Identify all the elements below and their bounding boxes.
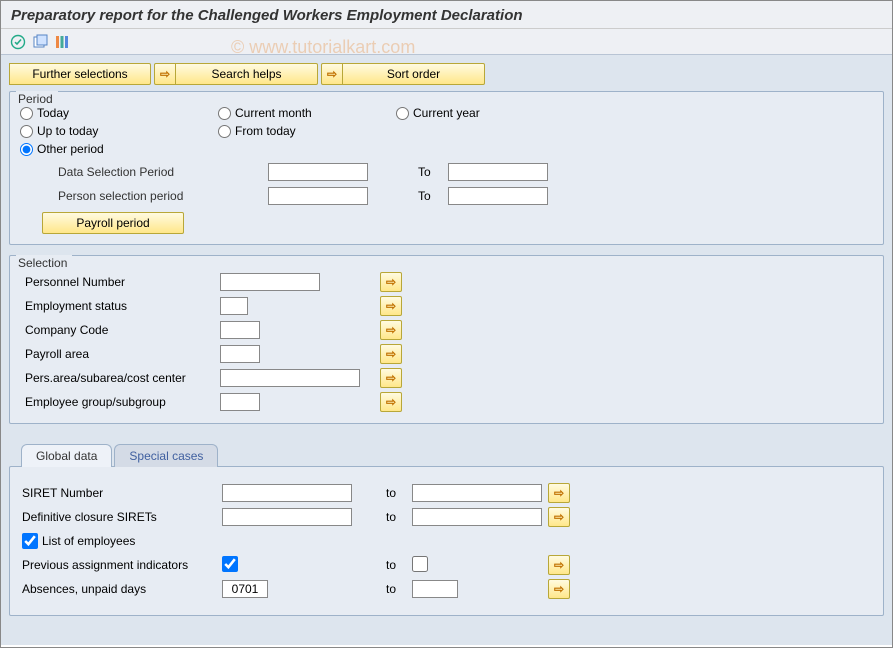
variants-icon[interactable] — [31, 33, 49, 51]
employee-group-label: Employee group/subgroup — [20, 394, 220, 410]
selection-group-title: Selection — [16, 255, 72, 270]
prev-assignment-to-input[interactable] — [412, 556, 428, 572]
payroll-area-multselect-button[interactable] — [380, 344, 402, 364]
period-group: Period Today Current month Current year … — [9, 91, 884, 245]
prev-assignment-multselect-button[interactable] — [548, 555, 570, 575]
radio-current-month[interactable]: Current month — [218, 106, 388, 120]
tab-special-cases[interactable]: Special cases — [114, 444, 218, 467]
pers-area-input[interactable] — [220, 369, 360, 387]
definitive-closure-from-input[interactable] — [222, 508, 352, 526]
siret-number-label: SIRET Number — [22, 486, 222, 500]
absences-multselect-button[interactable] — [548, 579, 570, 599]
employee-group-multselect-button[interactable] — [380, 392, 402, 412]
company-code-label: Company Code — [20, 322, 220, 338]
absences-to-input[interactable] — [412, 580, 458, 598]
person-selection-label: Person selection period — [58, 189, 268, 203]
execute-icon[interactable] — [9, 33, 27, 51]
tab-panel-global-data: SIRET Number to Definitive closure SIRET… — [9, 466, 884, 616]
absences-from-input[interactable] — [222, 580, 268, 598]
siret-number-from-input[interactable] — [222, 484, 352, 502]
definitive-closure-label: Definitive closure SIRETs — [22, 510, 222, 524]
prev-assignment-label: Previous assignment indicators — [22, 558, 222, 572]
person-selection-to-label: To — [418, 189, 448, 203]
payroll-area-label: Payroll area — [20, 346, 220, 362]
tab-global-data[interactable]: Global data — [21, 444, 112, 467]
app-toolbar — [1, 29, 892, 55]
siret-number-multselect-button[interactable] — [548, 483, 570, 503]
radio-from-today-label: From today — [235, 124, 296, 138]
radio-today[interactable]: Today — [20, 106, 210, 120]
list-employees-checkbox[interactable]: List of employees — [22, 533, 135, 549]
absences-label: Absences, unpaid days — [22, 582, 222, 596]
employment-status-label: Employment status — [20, 298, 220, 314]
data-selection-to-label: To — [418, 165, 448, 179]
siret-to-label: to — [372, 486, 412, 500]
personnel-number-input[interactable] — [220, 273, 320, 291]
sort-order-button[interactable]: Sort order — [343, 63, 485, 85]
prev-assignment-to-label: to — [372, 558, 412, 572]
person-selection-to-input[interactable] — [448, 187, 548, 205]
employee-group-input[interactable] — [220, 393, 260, 411]
data-selection-label: Data Selection Period — [58, 165, 268, 179]
personnel-number-label: Personnel Number — [20, 274, 220, 290]
payroll-area-input[interactable] — [220, 345, 260, 363]
definitive-closure-multselect-button[interactable] — [548, 507, 570, 527]
period-group-title: Period — [16, 91, 58, 106]
person-selection-from-input[interactable] — [268, 187, 368, 205]
search-helps-button[interactable]: Search helps — [176, 63, 318, 85]
radio-current-year[interactable]: Current year — [396, 106, 480, 120]
page-title: Preparatory report for the Challenged Wo… — [1, 1, 892, 29]
employment-status-input[interactable] — [220, 297, 248, 315]
radio-current-year-label: Current year — [413, 106, 480, 120]
data-selection-from-input[interactable] — [268, 163, 368, 181]
prev-assignment-from-input[interactable] — [222, 556, 238, 572]
absences-to-label: to — [372, 582, 412, 596]
dynamic-selections-icon[interactable] — [53, 33, 71, 51]
radio-from-today[interactable]: From today — [218, 124, 296, 138]
employment-status-multselect-button[interactable] — [380, 296, 402, 316]
pers-area-multselect-button[interactable] — [380, 368, 402, 388]
selection-button-row: Further selections Search helps Sort ord… — [9, 63, 884, 85]
search-helps-arrow-icon[interactable] — [154, 63, 176, 85]
definitive-closure-to-label: to — [372, 510, 412, 524]
radio-other-period-label: Other period — [37, 142, 104, 156]
payroll-period-button[interactable]: Payroll period — [42, 212, 184, 234]
personnel-number-multselect-button[interactable] — [380, 272, 402, 292]
radio-up-to-today[interactable]: Up to today — [20, 124, 210, 138]
selection-group: Selection Personnel Number Employment st… — [9, 255, 884, 424]
sort-order-arrow-icon[interactable] — [321, 63, 343, 85]
radio-current-month-label: Current month — [235, 106, 312, 120]
company-code-input[interactable] — [220, 321, 260, 339]
list-employees-label: List of employees — [42, 534, 135, 548]
further-selections-button[interactable]: Further selections — [9, 63, 151, 85]
tabstrip: Global data Special cases SIRET Number t… — [9, 444, 884, 616]
radio-other-period[interactable]: Other period — [20, 142, 104, 156]
data-selection-to-input[interactable] — [448, 163, 548, 181]
radio-up-to-today-label: Up to today — [37, 124, 98, 138]
content-area: Further selections Search helps Sort ord… — [1, 55, 892, 645]
pers-area-label: Pers.area/subarea/cost center — [20, 370, 220, 386]
radio-today-label: Today — [37, 106, 69, 120]
company-code-multselect-button[interactable] — [380, 320, 402, 340]
